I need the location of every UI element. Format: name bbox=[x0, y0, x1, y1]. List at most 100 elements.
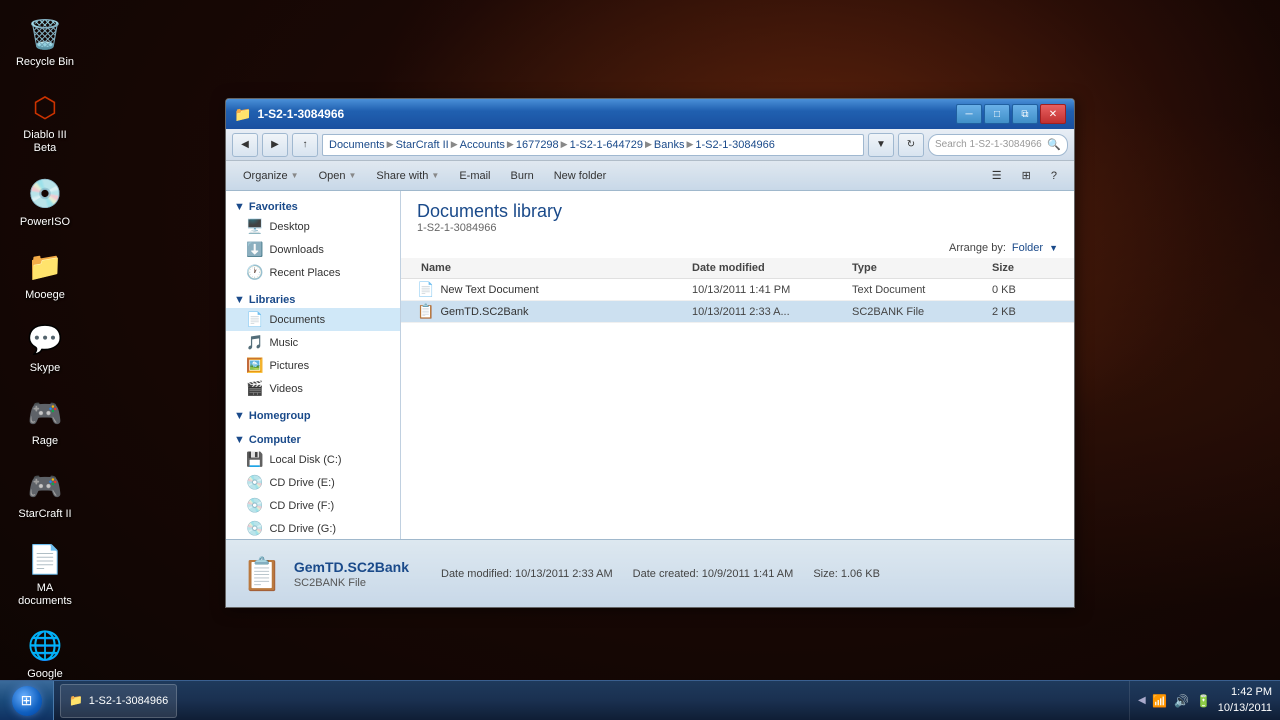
arrange-dropdown-icon[interactable]: ▼ bbox=[1049, 243, 1058, 253]
breadcrumb-accounts[interactable]: Accounts bbox=[460, 139, 505, 151]
sidebar-item-recent-places[interactable]: 🕐 Recent Places bbox=[226, 261, 400, 284]
taskbar-item-explorer[interactable]: 📁 1-S2-1-3084966 bbox=[60, 684, 177, 718]
sidebar-item-downloads[interactable]: ⬇️ Downloads bbox=[226, 238, 400, 261]
view-toggle-button[interactable]: ⊞ bbox=[1013, 164, 1040, 188]
search-placeholder: Search 1-S2-1-3084966 bbox=[935, 139, 1042, 150]
status-info: GemTD.SC2Bank SC2BANK File bbox=[294, 559, 409, 589]
cd-g-label: CD Drive (G:) bbox=[269, 523, 336, 535]
sidebar-item-desktop[interactable]: 🖥️ Desktop bbox=[226, 215, 400, 238]
desktop-icon-area: 🗑️ Recycle Bin ⬡ Diablo III Beta 💿 Power… bbox=[10, 10, 80, 720]
desktop-sidebar-icon: 🖥️ bbox=[246, 218, 263, 235]
refresh-button[interactable]: ↻ bbox=[898, 133, 924, 157]
new-folder-label: New folder bbox=[554, 170, 607, 182]
status-date-modified: Date modified: 10/13/2011 2:33 AM bbox=[441, 568, 613, 580]
search-bar[interactable]: Search 1-S2-1-3084966 🔍 bbox=[928, 134, 1068, 156]
address-dropdown-button[interactable]: ▼ bbox=[868, 133, 894, 157]
computer-header[interactable]: ▼ Computer bbox=[226, 432, 400, 448]
new-folder-button[interactable]: New folder bbox=[545, 164, 616, 188]
ma-docs-icon: 📄 bbox=[25, 540, 65, 580]
desktop-icon-skype[interactable]: 💬 Skype bbox=[10, 316, 80, 379]
recycle-bin-label: Recycle Bin bbox=[16, 56, 74, 69]
sidebar-item-music[interactable]: 🎵 Music bbox=[226, 331, 400, 354]
text-doc-icon: 📄 bbox=[417, 281, 434, 298]
desktop-icon-mooege[interactable]: 📁 Mooege bbox=[10, 243, 80, 306]
diablo-icon: ⬡ bbox=[25, 87, 65, 127]
col-date[interactable]: Date modified bbox=[688, 260, 848, 276]
email-button[interactable]: E-mail bbox=[450, 164, 499, 188]
sidebar-item-local-disk[interactable]: 💾 Local Disk (C:) bbox=[226, 448, 400, 471]
file-row-text-doc[interactable]: 📄 New Text Document 10/13/2011 1:41 PM T… bbox=[401, 279, 1074, 301]
favorites-header[interactable]: ▼ Favorites bbox=[226, 199, 400, 215]
view-options-button[interactable]: ☰ bbox=[983, 164, 1011, 188]
arrange-value[interactable]: Folder bbox=[1012, 242, 1043, 254]
breadcrumb-1677298[interactable]: 1677298 bbox=[516, 139, 559, 151]
taskbar-clock[interactable]: 1:42 PM 10/13/2011 bbox=[1218, 685, 1272, 716]
breadcrumb-documents[interactable]: Documents bbox=[329, 139, 385, 151]
homegroup-arrow-icon: ▼ bbox=[234, 410, 245, 422]
col-size[interactable]: Size bbox=[988, 260, 1058, 276]
open-button[interactable]: Open ▼ bbox=[310, 164, 366, 188]
organize-button[interactable]: Organize ▼ bbox=[234, 164, 308, 188]
tray-collapse-button[interactable]: ◀ bbox=[1138, 695, 1146, 706]
tray-network-icon[interactable]: 📶 bbox=[1152, 693, 1168, 709]
poweriso-label: PowerISO bbox=[20, 216, 70, 229]
mooege-label: Mooege bbox=[25, 289, 65, 302]
recycle-bin-icon: 🗑️ bbox=[25, 14, 65, 54]
breadcrumb-s2-644729[interactable]: 1-S2-1-644729 bbox=[570, 139, 643, 151]
favorites-arrow-icon: ▼ bbox=[234, 201, 245, 213]
start-orb-icon: ⊞ bbox=[12, 686, 42, 716]
share-button[interactable]: Share with ▼ bbox=[367, 164, 448, 188]
breadcrumb-s2-3084966[interactable]: 1-S2-1-3084966 bbox=[695, 139, 775, 151]
sidebar-item-videos[interactable]: 🎬 Videos bbox=[226, 377, 400, 400]
close-button[interactable]: ✕ bbox=[1040, 104, 1066, 124]
maximize-button[interactable]: □ bbox=[984, 104, 1010, 124]
minimize-button[interactable]: ─ bbox=[956, 104, 982, 124]
col-name[interactable]: Name bbox=[417, 260, 688, 276]
start-button[interactable]: ⊞ bbox=[0, 681, 54, 720]
sidebar: ▼ Favorites 🖥️ Desktop ⬇️ Downloads 🕐 Re… bbox=[226, 191, 401, 539]
text-doc-name: New Text Document bbox=[440, 284, 538, 296]
sidebar-item-documents[interactable]: 📄 Documents bbox=[226, 308, 400, 331]
restore-button[interactable]: ⧉ bbox=[1012, 104, 1038, 124]
up-button[interactable]: ↑ bbox=[292, 133, 318, 157]
explorer-window: 📁 1-S2-1-3084966 ─ □ ⧉ ✕ ◀ ▶ ↑ Documents… bbox=[225, 98, 1075, 608]
status-size: Size: 1.06 KB bbox=[813, 568, 880, 580]
status-bar: 📋 GemTD.SC2Bank SC2BANK File Date modifi… bbox=[226, 539, 1074, 607]
libraries-arrow-icon: ▼ bbox=[234, 294, 245, 306]
recent-sidebar-label: Recent Places bbox=[269, 267, 340, 279]
main-content: ▼ Favorites 🖥️ Desktop ⬇️ Downloads 🕐 Re… bbox=[226, 191, 1074, 539]
title-bar: 📁 1-S2-1-3084966 ─ □ ⧉ ✕ bbox=[226, 99, 1074, 129]
sidebar-item-cd-g[interactable]: 💿 CD Drive (G:) bbox=[226, 517, 400, 539]
sc2-icon: 🎮 bbox=[25, 466, 65, 506]
sidebar-item-cd-f[interactable]: 💿 CD Drive (F:) bbox=[226, 494, 400, 517]
desktop-icon-recycle-bin[interactable]: 🗑️ Recycle Bin bbox=[10, 10, 80, 73]
cd-f-label: CD Drive (F:) bbox=[269, 500, 334, 512]
text-doc-date: 10/13/2011 1:41 PM bbox=[688, 284, 848, 296]
sidebar-item-cd-e[interactable]: 💿 CD Drive (E:) bbox=[226, 471, 400, 494]
desktop-icon-sc2[interactable]: 🎮 StarCraft II bbox=[10, 462, 80, 525]
file-row-gemtd[interactable]: 📋 GemTD.SC2Bank 10/13/2011 2:33 A... SC2… bbox=[401, 301, 1074, 323]
computer-label: Computer bbox=[249, 434, 301, 446]
address-bar[interactable]: Documents ▶ StarCraft II ▶ Accounts ▶ 16… bbox=[322, 134, 864, 156]
sidebar-item-pictures[interactable]: 🖼️ Pictures bbox=[226, 354, 400, 377]
back-button[interactable]: ◀ bbox=[232, 133, 258, 157]
search-icon[interactable]: 🔍 bbox=[1047, 138, 1061, 151]
tray-power-icon[interactable]: 🔋 bbox=[1196, 693, 1212, 709]
tray-volume-icon[interactable]: 🔊 bbox=[1174, 693, 1190, 709]
open-label: Open bbox=[319, 170, 346, 182]
sc2-label: StarCraft II bbox=[18, 508, 71, 521]
homegroup-header[interactable]: ▼ Homegroup bbox=[226, 408, 400, 424]
desktop-icon-rage[interactable]: 🎮 Rage bbox=[10, 389, 80, 452]
desktop-icon-diablo[interactable]: ⬡ Diablo III Beta bbox=[10, 83, 80, 159]
breadcrumb-banks[interactable]: Banks bbox=[654, 139, 685, 151]
title-bar-left: 📁 1-S2-1-3084966 bbox=[234, 106, 344, 123]
forward-button[interactable]: ▶ bbox=[262, 133, 288, 157]
desktop-icon-poweriso[interactable]: 💿 PowerISO bbox=[10, 170, 80, 233]
desktop-icon-ma-docs[interactable]: 📄 MA documents bbox=[10, 536, 80, 612]
libraries-header[interactable]: ▼ Libraries bbox=[226, 292, 400, 308]
organize-label: Organize bbox=[243, 170, 288, 182]
burn-button[interactable]: Burn bbox=[501, 164, 542, 188]
help-button[interactable]: ? bbox=[1042, 164, 1066, 188]
col-type[interactable]: Type bbox=[848, 260, 988, 276]
breadcrumb-sc2[interactable]: StarCraft II bbox=[396, 139, 449, 151]
